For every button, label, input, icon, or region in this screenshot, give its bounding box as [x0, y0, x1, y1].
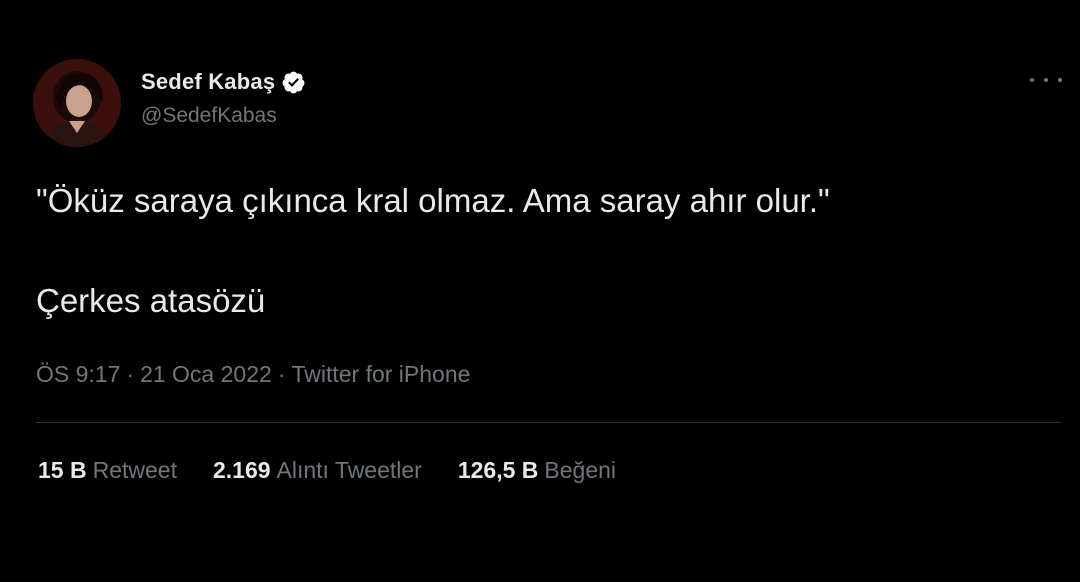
profile-photo-icon	[33, 59, 121, 147]
stat-label: Retweet	[92, 457, 177, 483]
tweet-text-line-2: Çerkes atasözü	[36, 282, 266, 319]
author-name[interactable]: Sedef Kabaş	[141, 69, 275, 95]
retweet-count[interactable]: 15 B Retweet	[38, 457, 177, 484]
stat-value: 2.169	[212, 457, 271, 483]
stat-value: 15 B	[38, 457, 87, 483]
meta-separator: ·	[126, 361, 135, 387]
stat-label: Beğeni	[544, 457, 617, 483]
tweet-stats: 15 B Retweet 2.169 Alıntı Tweetler 126,5 B…	[38, 457, 652, 484]
author-avatar[interactable]	[33, 59, 121, 147]
quote-tweet-count[interactable]: 2.169 Alıntı Tweetler	[213, 457, 422, 484]
tweet-source[interactable]: Twitter for iPhone	[291, 361, 470, 387]
like-count[interactable]: 126,5 B Beğeni	[458, 457, 616, 484]
tweet-time[interactable]: ÖS 9:17	[36, 361, 120, 387]
tweet-card: Sedef Kabaş @SedefKabas "Öküz saraya çık…	[0, 0, 1080, 582]
author-name-row[interactable]: Sedef Kabaş	[141, 67, 306, 97]
tweet-text-line-1: "Öküz saraya çıkınca kral olmaz. Ama sar…	[36, 182, 830, 219]
author-handle[interactable]: @SedefKabas	[141, 104, 277, 128]
stat-value: 126,5 B	[457, 457, 539, 483]
meta-separator: ·	[277, 361, 286, 387]
tweet-meta: ÖS 9:17 · 21 Oca 2022 · Twitter for iPhone	[36, 361, 470, 388]
stat-label: Alıntı Tweetler	[276, 457, 422, 483]
divider	[36, 422, 1062, 423]
more-options-icon[interactable]	[1030, 68, 1062, 92]
verified-badge-icon	[281, 70, 306, 95]
tweet-date[interactable]: 21 Oca 2022	[140, 361, 272, 387]
